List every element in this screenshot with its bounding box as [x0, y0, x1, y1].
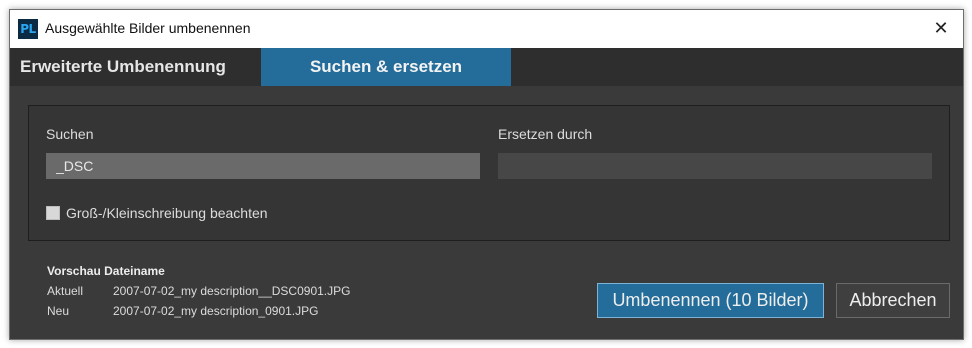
preview-new-label: Neu [47, 304, 70, 318]
tab-bar: Erweiterte Umbenennung Suchen & ersetzen [10, 48, 963, 86]
case-sensitive-label[interactable]: Groß-/Kleinschreibung beachten [66, 205, 268, 221]
search-replace-panel: Suchen Ersetzen durch Groß-/Kleinschreib… [28, 105, 950, 241]
cancel-button[interactable]: Abbrechen [836, 283, 950, 318]
close-button[interactable]: ✕ [919, 10, 963, 48]
title-bar: PL Ausgewählte Bilder umbenennen ✕ [10, 10, 963, 48]
case-sensitive-checkbox[interactable] [46, 206, 60, 220]
preview-current-label: Aktuell [47, 284, 84, 298]
preview-new-value: 2007-07-02_my description_0901.JPG [113, 304, 319, 318]
rename-dialog: PL Ausgewählte Bilder umbenennen ✕ Erwei… [9, 9, 964, 340]
tab-search-replace[interactable]: Suchen & ersetzen [261, 48, 511, 86]
replace-label: Ersetzen durch [498, 126, 593, 142]
tab-advanced-rename[interactable]: Erweiterte Umbenennung [10, 48, 261, 86]
rename-button[interactable]: Umbenennen (10 Bilder) [597, 283, 824, 318]
search-input[interactable] [46, 153, 480, 179]
replace-input[interactable] [498, 153, 932, 179]
preview-current-value: 2007-07-02_my description__DSC0901.JPG [113, 284, 351, 298]
search-label: Suchen [46, 126, 94, 142]
app-logo-icon: PL [18, 19, 38, 39]
preview-title: Vorschau Dateiname [47, 264, 165, 278]
window-title: Ausgewählte Bilder umbenennen [45, 20, 251, 36]
